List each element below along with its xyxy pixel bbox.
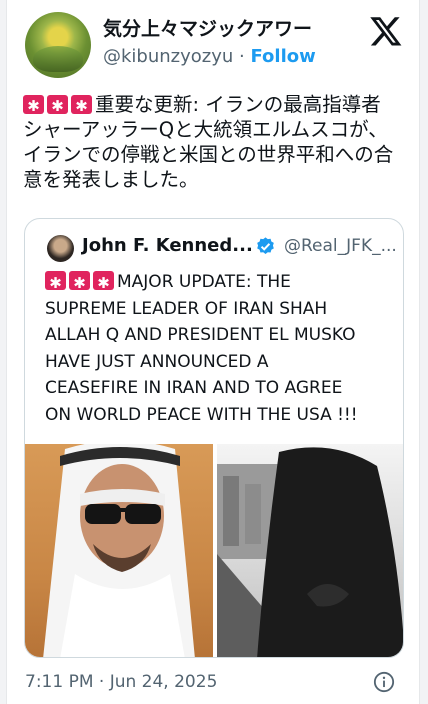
man-in-headdress-image xyxy=(43,444,195,657)
quoted-text: MAJOR UPDATE: THE SUPREME LEADER OF IRAN… xyxy=(45,272,358,425)
author-handle-row: @kibunzyozyu · Follow xyxy=(103,46,316,67)
quoted-photo-right[interactable] xyxy=(217,444,403,657)
tweet-card[interactable]: 気分上々マジックアワー @kibunzyozyu · Follow 重要な更新:… xyxy=(6,0,420,704)
quoted-author-name[interactable]: John F. Kenned... xyxy=(82,235,253,256)
police-light-emoji xyxy=(69,270,90,297)
police-light-emoji xyxy=(45,270,66,297)
police-light-emoji xyxy=(23,94,44,119)
police-light-emoji xyxy=(71,94,92,119)
police-light-emoji xyxy=(47,94,68,119)
author-handle[interactable]: @kibunzyozyu xyxy=(103,46,233,67)
author-avatar[interactable] xyxy=(25,12,91,78)
quoted-tweet[interactable]: John F. Kenned... @Real_JFK_... MAJOR UP… xyxy=(24,218,404,658)
quoted-photo-left[interactable] xyxy=(25,444,213,657)
quoted-author-handle[interactable]: @Real_JFK_... xyxy=(284,236,397,256)
veiled-figure-image xyxy=(217,447,403,657)
info-icon[interactable] xyxy=(373,671,395,693)
post-timestamp[interactable]: 7:11 PM · Jun 24, 2025 xyxy=(25,672,217,692)
quoted-text-block: MAJOR UPDATE: THE SUPREME LEADER OF IRAN… xyxy=(45,269,395,428)
x-logo-icon[interactable] xyxy=(369,14,403,48)
author-display-name[interactable]: 気分上々マジックアワー xyxy=(103,14,312,41)
follow-button[interactable]: Follow xyxy=(250,46,315,67)
handle-separator: · xyxy=(233,46,251,67)
quoted-author-avatar[interactable] xyxy=(47,235,74,262)
verified-badge-icon xyxy=(257,237,274,254)
police-light-emoji xyxy=(93,270,114,297)
post-text-block: 重要な更新: イランの最高指導者 シャーアッラーQと大統領エルムスコが、 イラン… xyxy=(23,92,413,192)
